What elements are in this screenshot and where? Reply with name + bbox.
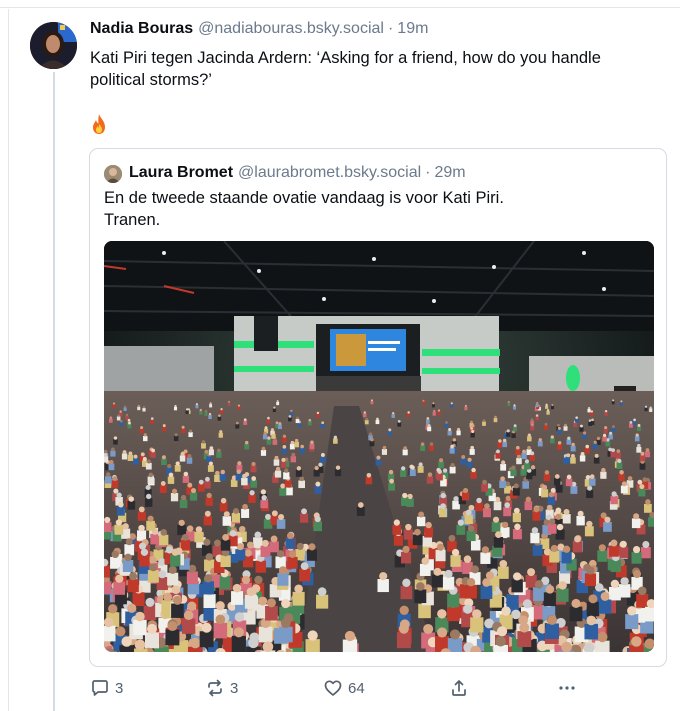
quote-text-line-2: Tranen. <box>104 211 161 229</box>
author-handle[interactable]: @nadiabouras.bsky.social <box>198 18 384 40</box>
quote-header: Laura Bromet @laurabromet.bsky.social · … <box>129 162 466 184</box>
action-bar: 3 3 64 <box>0 676 680 700</box>
repost-count: 3 <box>230 679 239 697</box>
reply-button[interactable]: 3 <box>90 676 123 700</box>
post: Nadia Bouras @nadiabouras.bsky.social · … <box>90 18 670 135</box>
post-header: Nadia Bouras @nadiabouras.bsky.social · … <box>90 18 670 40</box>
fire-icon <box>90 113 670 135</box>
repost-button[interactable]: 3 <box>205 676 238 700</box>
author-name[interactable]: Nadia Bouras <box>90 18 193 40</box>
quote-separator: · <box>425 164 431 181</box>
post-text: Kati Piri tegen Jacinda Ardern: ‘Asking … <box>90 49 601 89</box>
quote-avatar <box>104 165 122 183</box>
top-divider <box>0 0 680 8</box>
avatar[interactable] <box>30 22 77 69</box>
separator: · <box>387 20 394 37</box>
quoted-post[interactable]: Laura Bromet @laurabromet.bsky.social · … <box>89 148 667 667</box>
thread-line <box>53 72 55 711</box>
more-icon <box>559 686 575 690</box>
quote-text: En de tweede staande ovatie vandaag is v… <box>104 187 654 231</box>
quote-time[interactable]: 29m <box>434 162 465 184</box>
share-button[interactable] <box>449 676 469 700</box>
like-count: 64 <box>348 679 365 697</box>
repost-icon <box>208 679 222 697</box>
quote-text-line-1: En de tweede staande ovatie vandaag is v… <box>104 189 504 207</box>
quote-author-name[interactable]: Laura Bromet <box>129 162 233 184</box>
reply-icon <box>92 680 108 696</box>
quote-author-handle[interactable]: @laurabromet.bsky.social <box>238 162 421 184</box>
post-time[interactable]: 19m <box>397 18 428 40</box>
share-icon <box>452 680 466 696</box>
reply-count: 3 <box>115 679 124 697</box>
left-border <box>8 9 9 711</box>
quote-image[interactable] <box>104 241 654 652</box>
more-button[interactable] <box>557 676 577 700</box>
like-button[interactable]: 64 <box>323 676 365 700</box>
heart-icon <box>324 680 342 696</box>
